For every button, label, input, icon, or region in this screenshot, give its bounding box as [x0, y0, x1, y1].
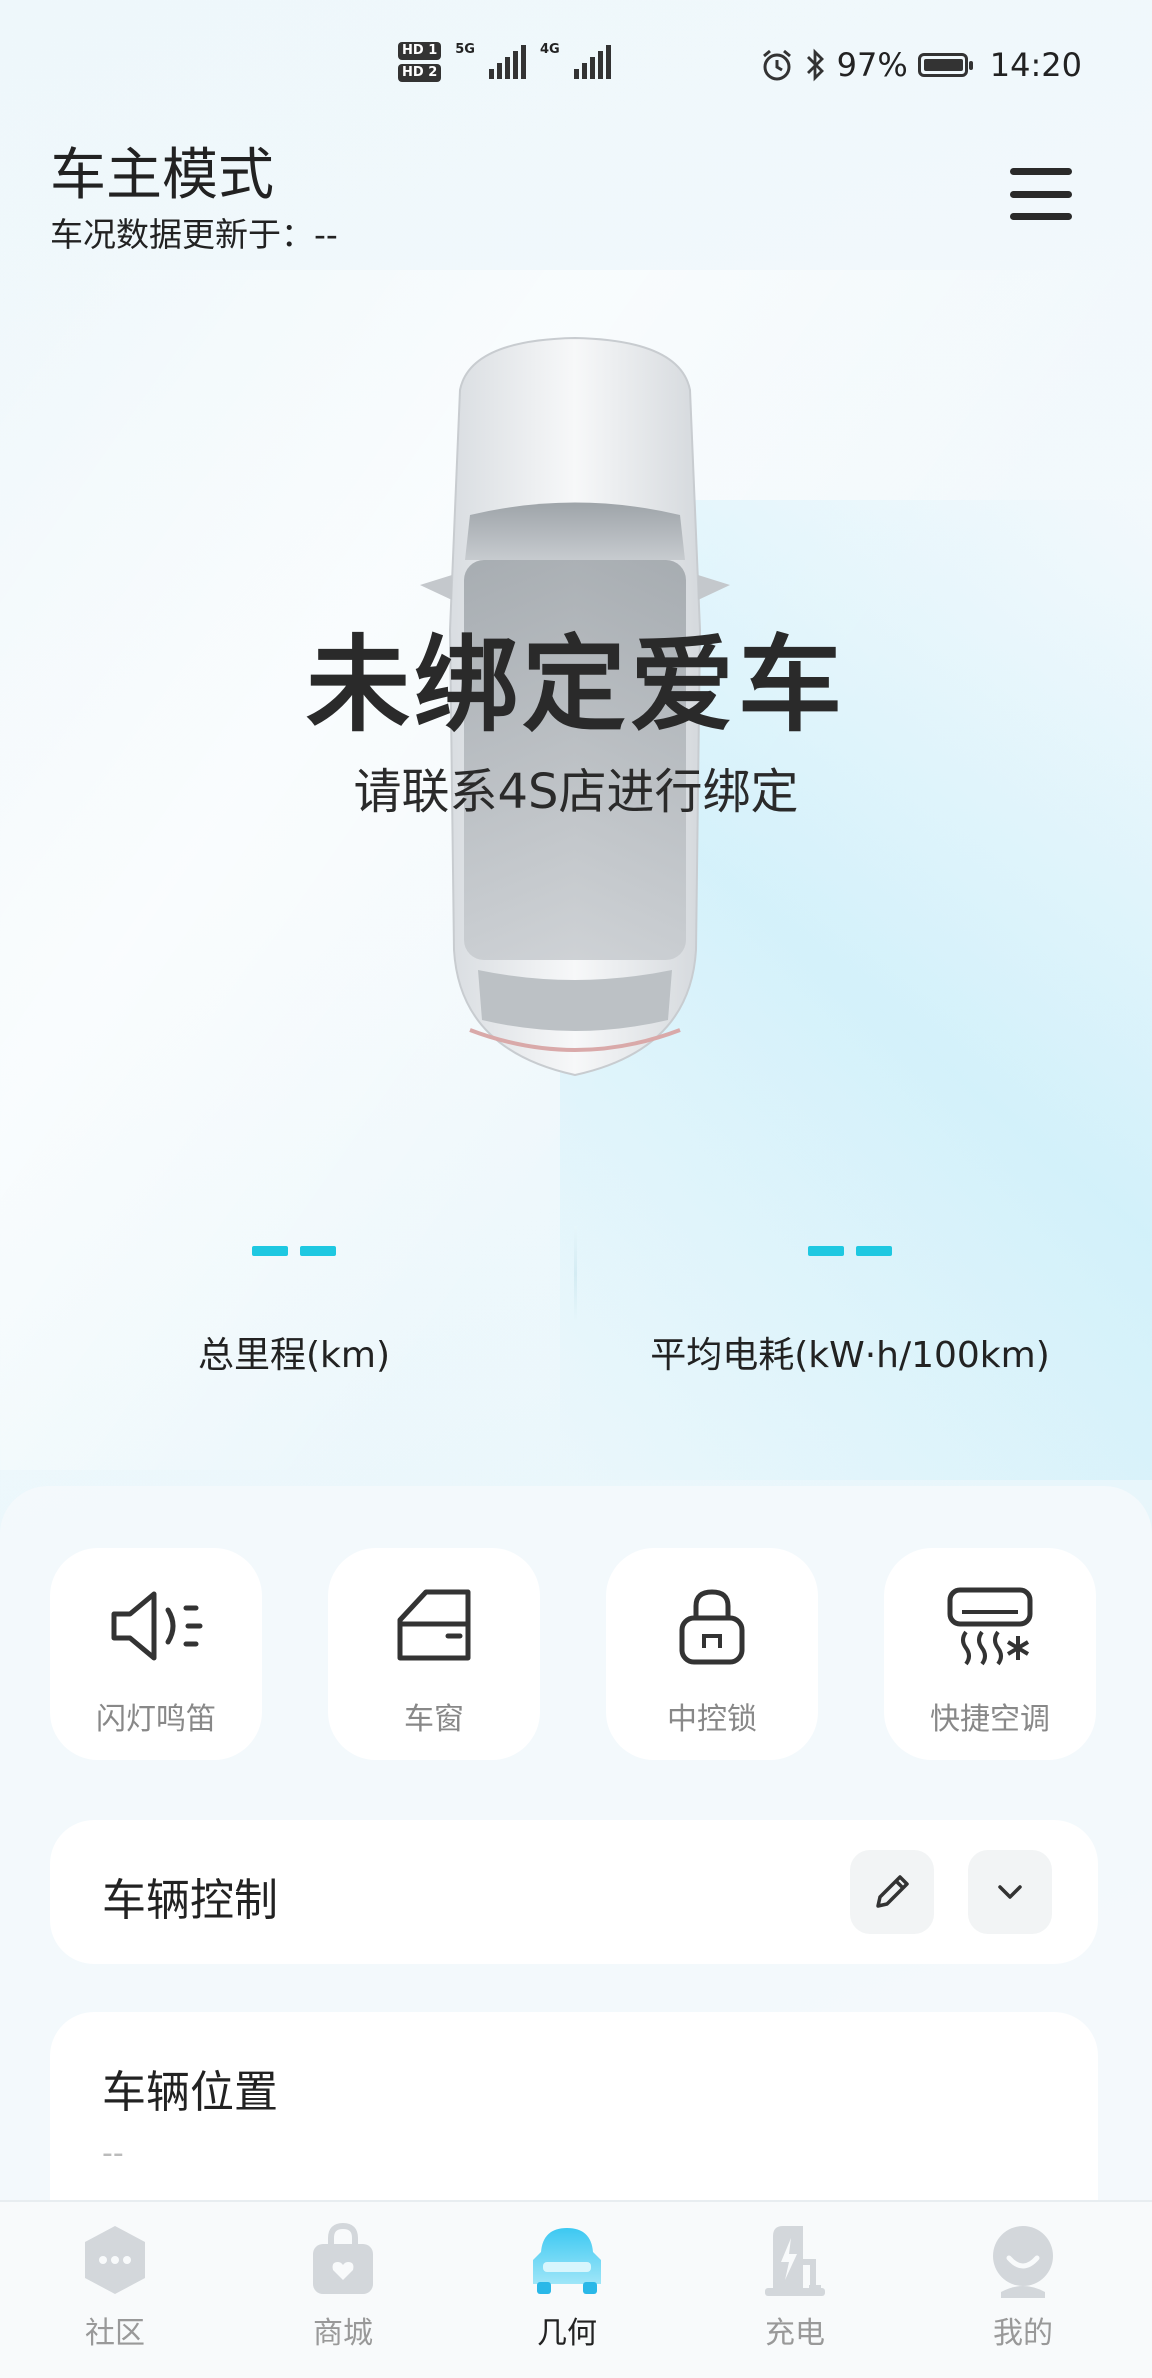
window-button[interactable]: 车窗 [328, 1548, 540, 1760]
total-mileage-stat: 总里程(km) [44, 1246, 544, 1378]
charging-icon [765, 2226, 825, 2296]
battery-icon [917, 53, 973, 77]
pencil-icon [876, 1875, 909, 1908]
network-4g-label: 4G [539, 42, 560, 57]
avg-consumption-stat: 平均电耗(kW·h/100km) [600, 1246, 1100, 1378]
consumption-value-placeholder [600, 1246, 1100, 1262]
nav-label: 商城 [313, 2316, 373, 2351]
status-bar: HD 1 HD 2 5G 4G 97% 14:20 [0, 38, 1152, 94]
central-lock-button[interactable]: 中控锁 [606, 1548, 818, 1760]
bluetooth-icon [806, 48, 824, 82]
mileage-value-placeholder [44, 1246, 544, 1262]
signal-strength-icon [488, 45, 526, 79]
expand-controls-button[interactable] [968, 1850, 1052, 1934]
nav-label: 我的 [993, 2316, 1053, 2351]
unbound-car-headline: 未绑定爱车 [305, 624, 846, 746]
window-label: 车窗 [404, 1702, 464, 1737]
hd1-badge: HD 1 [398, 42, 442, 60]
shop-bag-icon [313, 2222, 373, 2294]
consumption-label: 平均电耗(kW·h/100km) [650, 1335, 1050, 1376]
nav-item-charging[interactable]: 充电 [720, 2222, 870, 2352]
battery-percent: 97% [836, 46, 908, 84]
mileage-label: 总里程(km) [197, 1335, 390, 1376]
vehicle-location-value: -- [102, 2136, 124, 2171]
nav-item-shop[interactable]: 商城 [268, 2222, 418, 2352]
chevron-down-icon [998, 1885, 1022, 1899]
profile-icon [993, 2226, 1053, 2298]
window-icon [397, 1589, 471, 1661]
nav-item-profile[interactable]: 我的 [948, 2222, 1098, 2352]
clock: 14:20 [989, 46, 1082, 84]
nav-label: 充电 [765, 2316, 825, 2351]
hamburger-menu-icon[interactable] [1010, 168, 1072, 220]
hd2-badge: HD 2 [398, 64, 442, 82]
community-icon [85, 2226, 145, 2294]
data-update-time: 车况数据更新于：-- [50, 215, 338, 254]
nav-item-geometry[interactable]: 几何 [492, 2222, 642, 2352]
central-lock-label: 中控锁 [667, 1702, 757, 1737]
alarm-icon [762, 49, 791, 81]
edit-controls-button[interactable] [850, 1850, 934, 1934]
nav-item-community[interactable]: 社区 [40, 2222, 190, 2352]
horn-icon [111, 1591, 203, 1661]
vehicle-location-title: 车辆位置 [102, 2067, 278, 2118]
signal-indicators: HD 1 HD 2 5G 4G [398, 42, 611, 82]
signal-strength-icon [573, 45, 611, 79]
bind-hint-text: 请联系4S店进行绑定 [353, 764, 799, 820]
horn-flash-button[interactable]: 闪灯鸣笛 [50, 1548, 262, 1760]
vehicle-control-card[interactable]: 车辆控制 [50, 1820, 1098, 1964]
quick-ac-button[interactable]: 快捷空调 [884, 1548, 1096, 1760]
network-5g-label: 5G [455, 42, 475, 57]
horn-flash-label: 闪灯鸣笛 [96, 1702, 216, 1737]
vehicle-control-title: 车辆控制 [102, 1875, 278, 1926]
car-icon [533, 2228, 601, 2294]
stats-divider [574, 1226, 577, 1322]
page-title: 车主模式 [50, 143, 274, 208]
nav-label: 几何 [537, 2316, 597, 2351]
air-conditioner-icon [947, 1587, 1033, 1666]
nav-label: 社区 [85, 2316, 145, 2351]
quick-ac-label: 快捷空调 [930, 1702, 1050, 1737]
lock-icon [679, 1589, 745, 1665]
bottom-navigation: 社区 商城 几何 充电 我的 [0, 2200, 1152, 2378]
